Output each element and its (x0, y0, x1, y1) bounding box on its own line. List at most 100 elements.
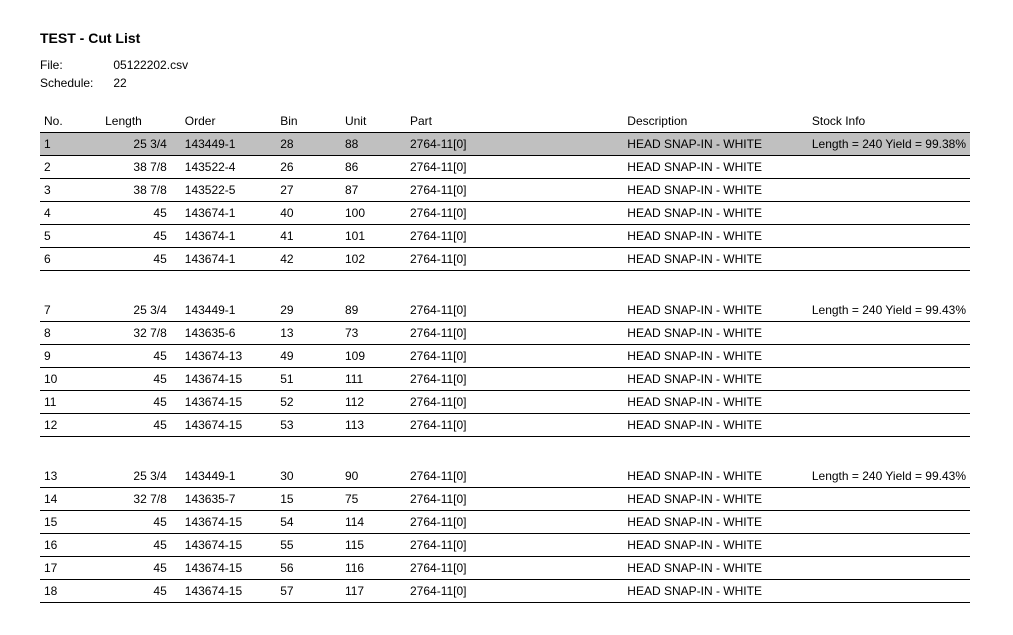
cell-no: 5 (40, 225, 101, 248)
cell-order: 143674-15 (181, 511, 276, 534)
cell-bin: 49 (276, 345, 341, 368)
cell-no: 7 (40, 299, 101, 322)
cell-stock-info (808, 580, 970, 603)
cell-length: 25 3/4 (101, 299, 181, 322)
cell-length: 45 (101, 580, 181, 603)
cell-no: 4 (40, 202, 101, 225)
cell-part: 2764-11[0] (406, 179, 623, 202)
cell-stock-info (808, 414, 970, 437)
cell-length: 38 7/8 (101, 156, 181, 179)
cut-list-table: No. Length Order Bin Unit Part Descripti… (40, 110, 970, 603)
cell-order: 143522-4 (181, 156, 276, 179)
table-row[interactable]: 725 3/4143449-129892764-11[0]HEAD SNAP-I… (40, 299, 970, 322)
cell-no: 13 (40, 465, 101, 488)
table-row[interactable]: 832 7/8143635-613732764-11[0]HEAD SNAP-I… (40, 322, 970, 345)
table-row[interactable]: 445143674-1401002764-11[0]HEAD SNAP-IN -… (40, 202, 970, 225)
cell-stock-info (808, 557, 970, 580)
group-spacer (40, 437, 970, 466)
cell-description: HEAD SNAP-IN - WHITE (623, 322, 808, 345)
table-row[interactable]: 545143674-1411012764-11[0]HEAD SNAP-IN -… (40, 225, 970, 248)
spacer-cell (40, 271, 970, 300)
cell-unit: 73 (341, 322, 406, 345)
cell-part: 2764-11[0] (406, 414, 623, 437)
cell-length: 32 7/8 (101, 322, 181, 345)
table-row[interactable]: 1325 3/4143449-130902764-11[0]HEAD SNAP-… (40, 465, 970, 488)
cell-unit: 109 (341, 345, 406, 368)
cell-unit: 89 (341, 299, 406, 322)
cell-length: 45 (101, 225, 181, 248)
group-spacer (40, 271, 970, 300)
cell-length: 45 (101, 248, 181, 271)
cell-order: 143449-1 (181, 299, 276, 322)
cell-bin: 53 (276, 414, 341, 437)
cell-part: 2764-11[0] (406, 534, 623, 557)
cell-unit: 100 (341, 202, 406, 225)
table-row[interactable]: 945143674-13491092764-11[0]HEAD SNAP-IN … (40, 345, 970, 368)
cell-description: HEAD SNAP-IN - WHITE (623, 368, 808, 391)
meta-file: File: 05122202.csv (40, 58, 973, 72)
cell-bin: 55 (276, 534, 341, 557)
cell-no: 3 (40, 179, 101, 202)
table-header: No. Length Order Bin Unit Part Descripti… (40, 110, 970, 133)
cell-unit: 117 (341, 580, 406, 603)
col-order: Order (181, 110, 276, 133)
cell-part: 2764-11[0] (406, 322, 623, 345)
table-row[interactable]: 238 7/8143522-426862764-11[0]HEAD SNAP-I… (40, 156, 970, 179)
cell-part: 2764-11[0] (406, 156, 623, 179)
table-row[interactable]: 1645143674-15551152764-11[0]HEAD SNAP-IN… (40, 534, 970, 557)
cell-order: 143674-15 (181, 414, 276, 437)
table-row[interactable]: 1145143674-15521122764-11[0]HEAD SNAP-IN… (40, 391, 970, 414)
cell-description: HEAD SNAP-IN - WHITE (623, 299, 808, 322)
cell-stock-info (808, 488, 970, 511)
table-row[interactable]: 1745143674-15561162764-11[0]HEAD SNAP-IN… (40, 557, 970, 580)
cell-unit: 75 (341, 488, 406, 511)
cell-description: HEAD SNAP-IN - WHITE (623, 414, 808, 437)
cell-part: 2764-11[0] (406, 465, 623, 488)
cell-length: 45 (101, 414, 181, 437)
cell-unit: 115 (341, 534, 406, 557)
cell-unit: 116 (341, 557, 406, 580)
cell-order: 143674-1 (181, 248, 276, 271)
cell-description: HEAD SNAP-IN - WHITE (623, 179, 808, 202)
cell-unit: 101 (341, 225, 406, 248)
cell-part: 2764-11[0] (406, 133, 623, 156)
cell-order: 143674-1 (181, 202, 276, 225)
cell-description: HEAD SNAP-IN - WHITE (623, 248, 808, 271)
cell-unit: 113 (341, 414, 406, 437)
table-row[interactable]: 645143674-1421022764-11[0]HEAD SNAP-IN -… (40, 248, 970, 271)
table-row[interactable]: 125 3/4143449-128882764-11[0]HEAD SNAP-I… (40, 133, 970, 156)
cell-description: HEAD SNAP-IN - WHITE (623, 156, 808, 179)
cell-length: 45 (101, 345, 181, 368)
cell-part: 2764-11[0] (406, 557, 623, 580)
cell-stock-info: Length = 240 Yield = 99.43% (808, 465, 970, 488)
cell-length: 45 (101, 534, 181, 557)
table-row[interactable]: 1245143674-15531132764-11[0]HEAD SNAP-IN… (40, 414, 970, 437)
cell-description: HEAD SNAP-IN - WHITE (623, 465, 808, 488)
cell-description: HEAD SNAP-IN - WHITE (623, 557, 808, 580)
cell-unit: 112 (341, 391, 406, 414)
cell-length: 45 (101, 391, 181, 414)
col-no: No. (40, 110, 101, 133)
meta-block: File: 05122202.csv Schedule: 22 (40, 58, 973, 90)
cell-stock-info (808, 225, 970, 248)
col-length: Length (101, 110, 181, 133)
cell-length: 25 3/4 (101, 465, 181, 488)
table-row[interactable]: 1045143674-15511112764-11[0]HEAD SNAP-IN… (40, 368, 970, 391)
cell-no: 18 (40, 580, 101, 603)
cell-part: 2764-11[0] (406, 202, 623, 225)
schedule-value: 22 (113, 76, 126, 90)
cell-order: 143635-6 (181, 322, 276, 345)
table-row[interactable]: 1545143674-15541142764-11[0]HEAD SNAP-IN… (40, 511, 970, 534)
cell-length: 45 (101, 368, 181, 391)
table-row[interactable]: 338 7/8143522-527872764-11[0]HEAD SNAP-I… (40, 179, 970, 202)
cell-stock-info: Length = 240 Yield = 99.38% (808, 133, 970, 156)
table-row[interactable]: 1432 7/8143635-715752764-11[0]HEAD SNAP-… (40, 488, 970, 511)
cell-part: 2764-11[0] (406, 225, 623, 248)
table-row[interactable]: 1845143674-15571172764-11[0]HEAD SNAP-IN… (40, 580, 970, 603)
cell-description: HEAD SNAP-IN - WHITE (623, 391, 808, 414)
cell-description: HEAD SNAP-IN - WHITE (623, 345, 808, 368)
cell-no: 17 (40, 557, 101, 580)
cell-part: 2764-11[0] (406, 391, 623, 414)
cell-description: HEAD SNAP-IN - WHITE (623, 534, 808, 557)
cell-bin: 41 (276, 225, 341, 248)
